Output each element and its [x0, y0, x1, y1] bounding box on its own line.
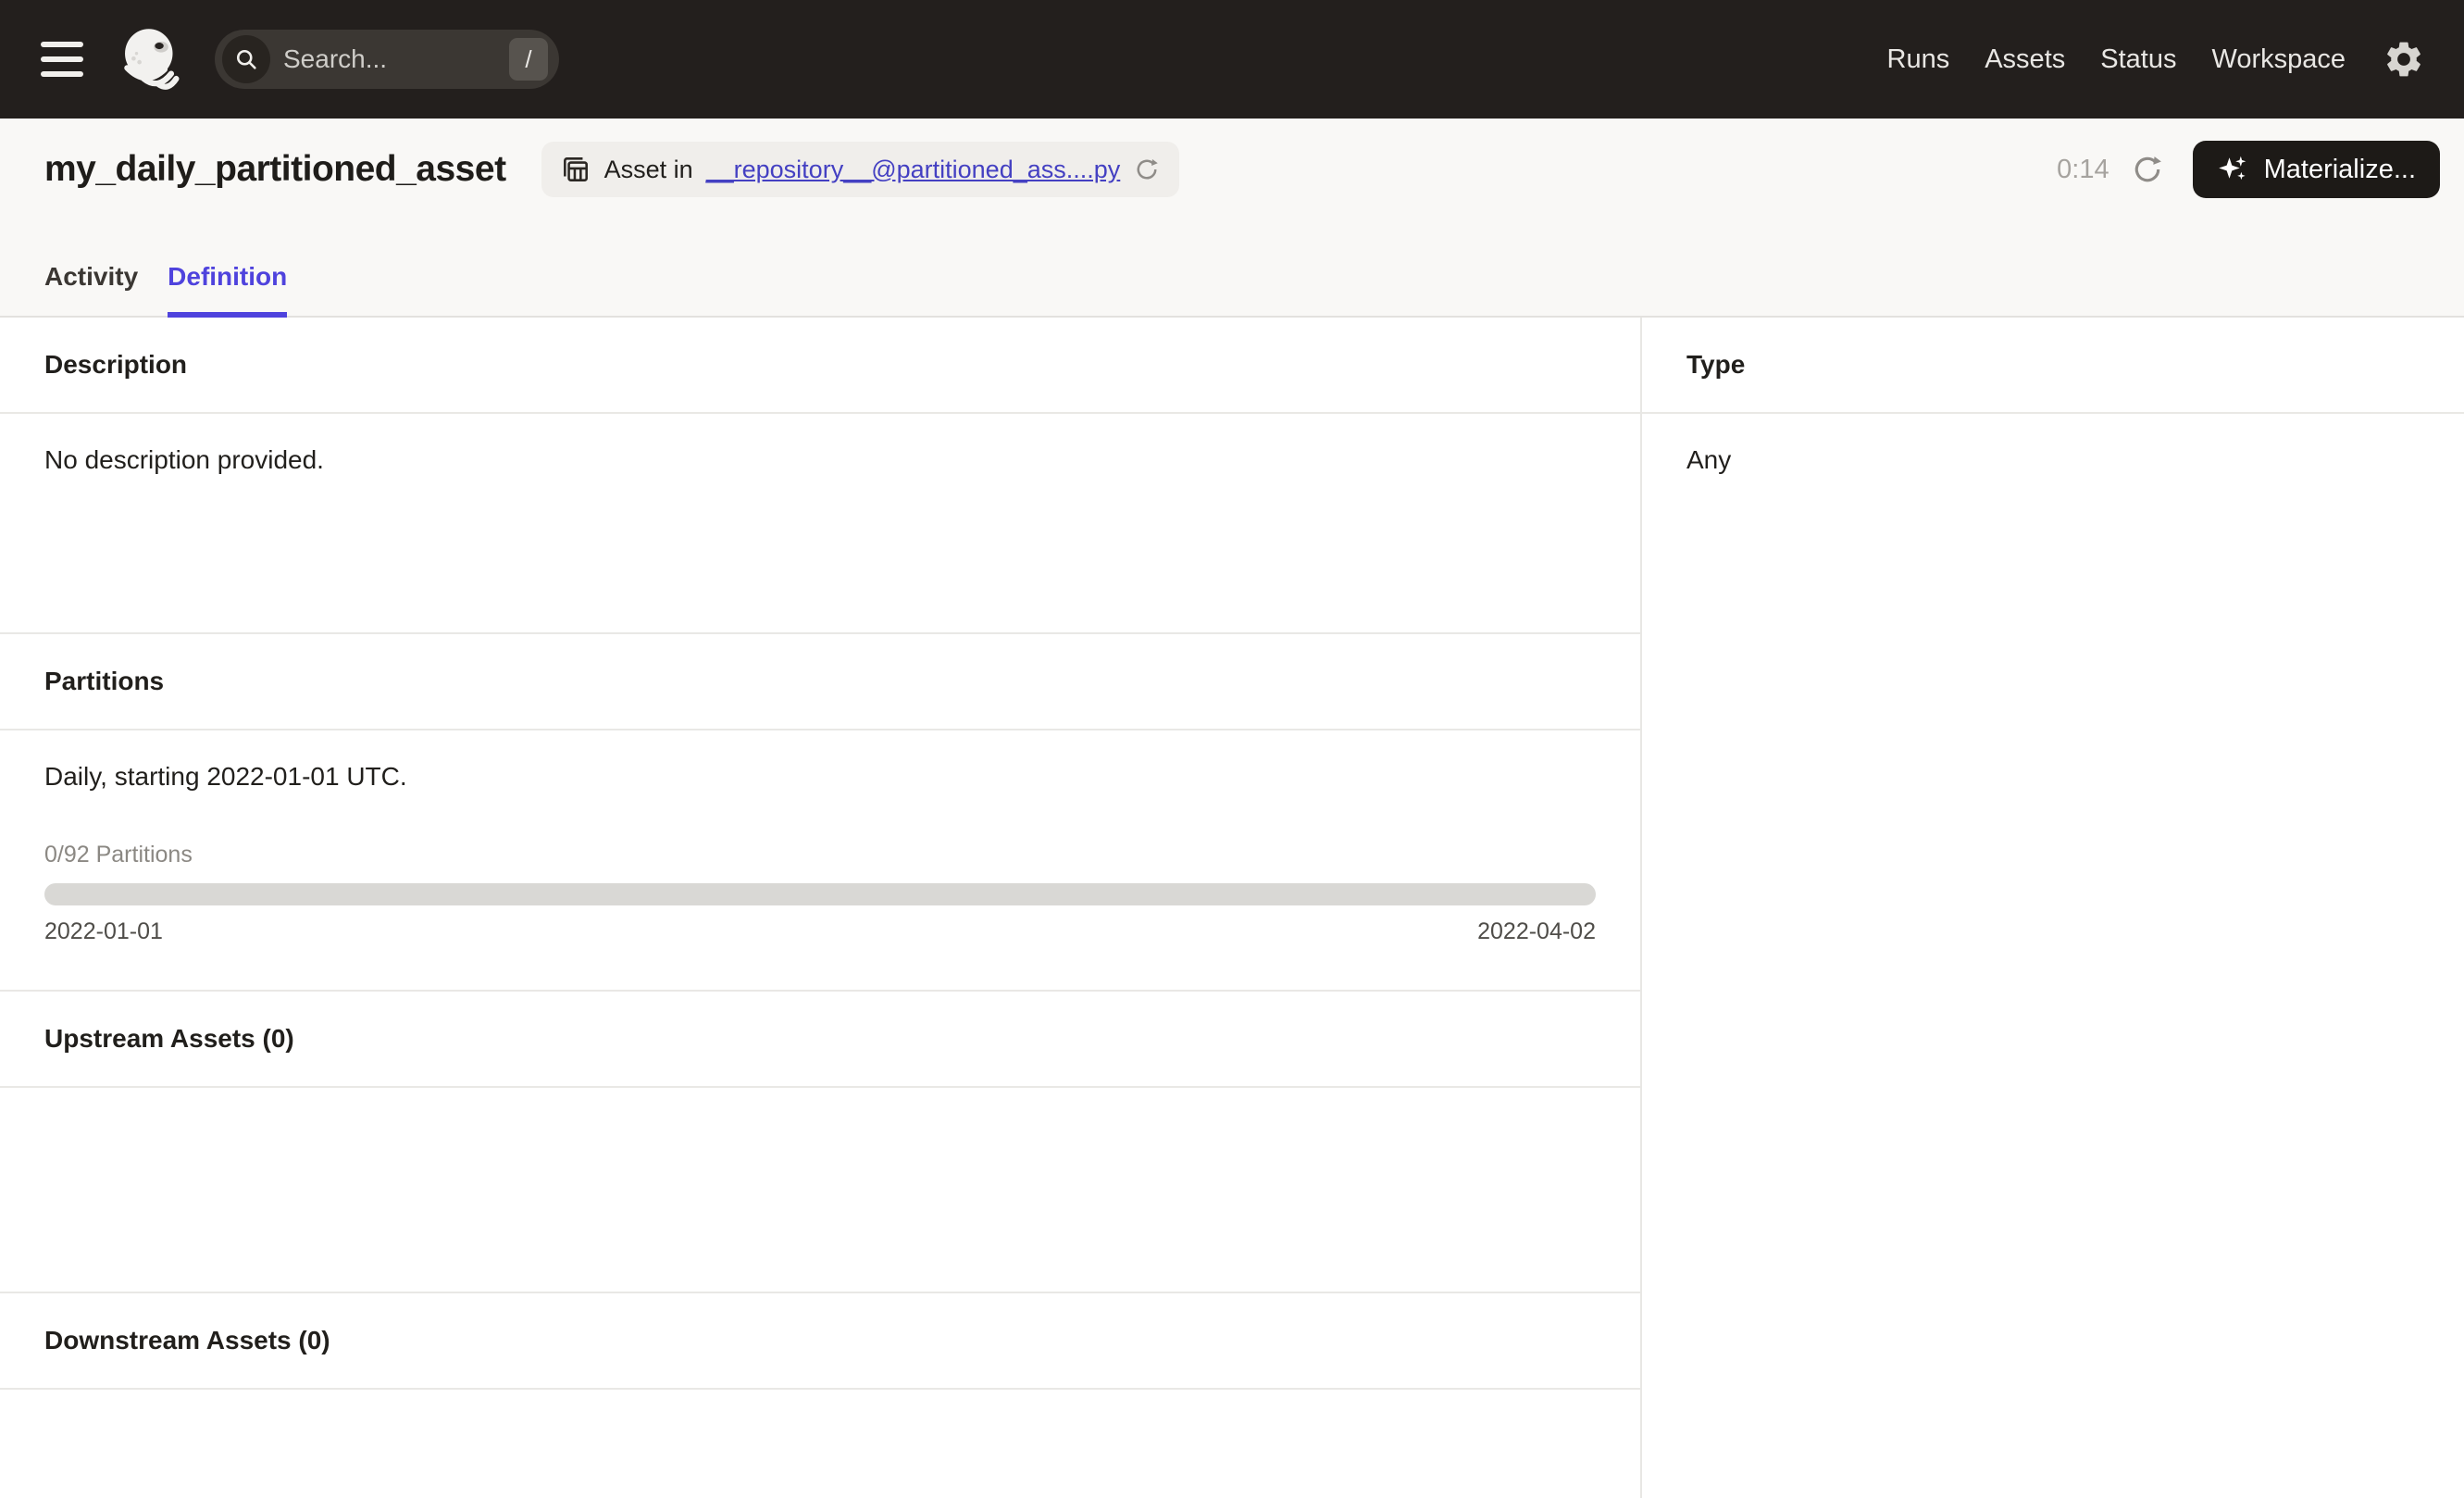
type-value: Any — [1686, 445, 1732, 474]
downstream-assets-body — [0, 1390, 1640, 1497]
downstream-assets-heading: Downstream Assets (0) — [0, 1293, 1640, 1390]
definition-panel: Description No description provided. Par… — [0, 318, 2464, 1498]
refresh-timer: 0:14 — [2057, 154, 2109, 184]
tab-activity[interactable]: Activity — [44, 262, 138, 316]
search-input[interactable] — [270, 44, 509, 74]
sparkles-icon — [2218, 156, 2246, 181]
nav-item-workspace[interactable]: Workspace — [2211, 44, 2346, 75]
menu-button[interactable] — [41, 29, 102, 90]
materialize-button-label: Materialize... — [2263, 154, 2416, 184]
asset-table-icon — [563, 157, 588, 181]
asset-tabs: Activity Definition — [44, 262, 288, 318]
right-column: Type Any — [1642, 318, 2464, 1498]
settings-button[interactable] — [2383, 38, 2425, 81]
page-refresh-button[interactable] — [2130, 152, 2165, 187]
materialize-button[interactable]: Materialize... — [2192, 141, 2440, 198]
nav-item-assets[interactable]: Assets — [1985, 44, 2065, 75]
refresh-icon — [2134, 156, 2161, 182]
partitions-progress-label: 0/92 Partitions — [44, 842, 193, 868]
gear-icon — [2387, 42, 2420, 77]
repository-link[interactable]: __repository__@partitioned_ass....py — [706, 156, 1121, 184]
nav-item-status[interactable]: Status — [2100, 44, 2176, 75]
upstream-assets-heading: Upstream Assets (0) — [0, 992, 1640, 1088]
partitions-body: Daily, starting 2022-01-01 UTC. 0/92 Par… — [0, 730, 1640, 992]
page-title: my_daily_partitioned_asset — [44, 149, 506, 189]
left-column: Description No description provided. Par… — [0, 318, 1642, 1498]
partitions-progress-bar — [44, 883, 1596, 905]
global-search[interactable]: / — [215, 30, 559, 89]
partition-range-start: 2022-01-01 — [44, 918, 163, 944]
partitions-heading: Partitions — [0, 634, 1640, 730]
asset-badge-prefix: Asset in — [604, 155, 693, 183]
partition-range-end: 2022-04-02 — [1477, 918, 1596, 944]
type-heading: Type — [1642, 318, 2464, 414]
description-body: No description provided. — [0, 414, 1640, 634]
asset-page-header: my_daily_partitioned_asset Asset in __re… — [0, 119, 2464, 318]
reload-icon — [1137, 159, 1159, 180]
dagster-logo[interactable] — [118, 23, 191, 95]
primary-nav: Runs Assets Status Workspace — [1887, 44, 2346, 75]
search-icon — [222, 35, 270, 83]
partitions-summary: Daily, starting 2022-01-01 UTC. — [44, 762, 407, 791]
slash-shortcut-badge: / — [509, 38, 548, 81]
badge-reload-button[interactable] — [1133, 156, 1161, 183]
top-navbar: / Runs Assets Status Workspace — [0, 0, 2464, 119]
asset-location-badge: Asset in __repository__@partitioned_ass.… — [541, 142, 1180, 197]
tab-definition[interactable]: Definition — [168, 262, 288, 318]
description-heading: Description — [0, 318, 1640, 414]
menu-icon — [41, 42, 83, 47]
nav-item-runs[interactable]: Runs — [1887, 44, 1950, 75]
upstream-assets-body — [0, 1088, 1640, 1293]
